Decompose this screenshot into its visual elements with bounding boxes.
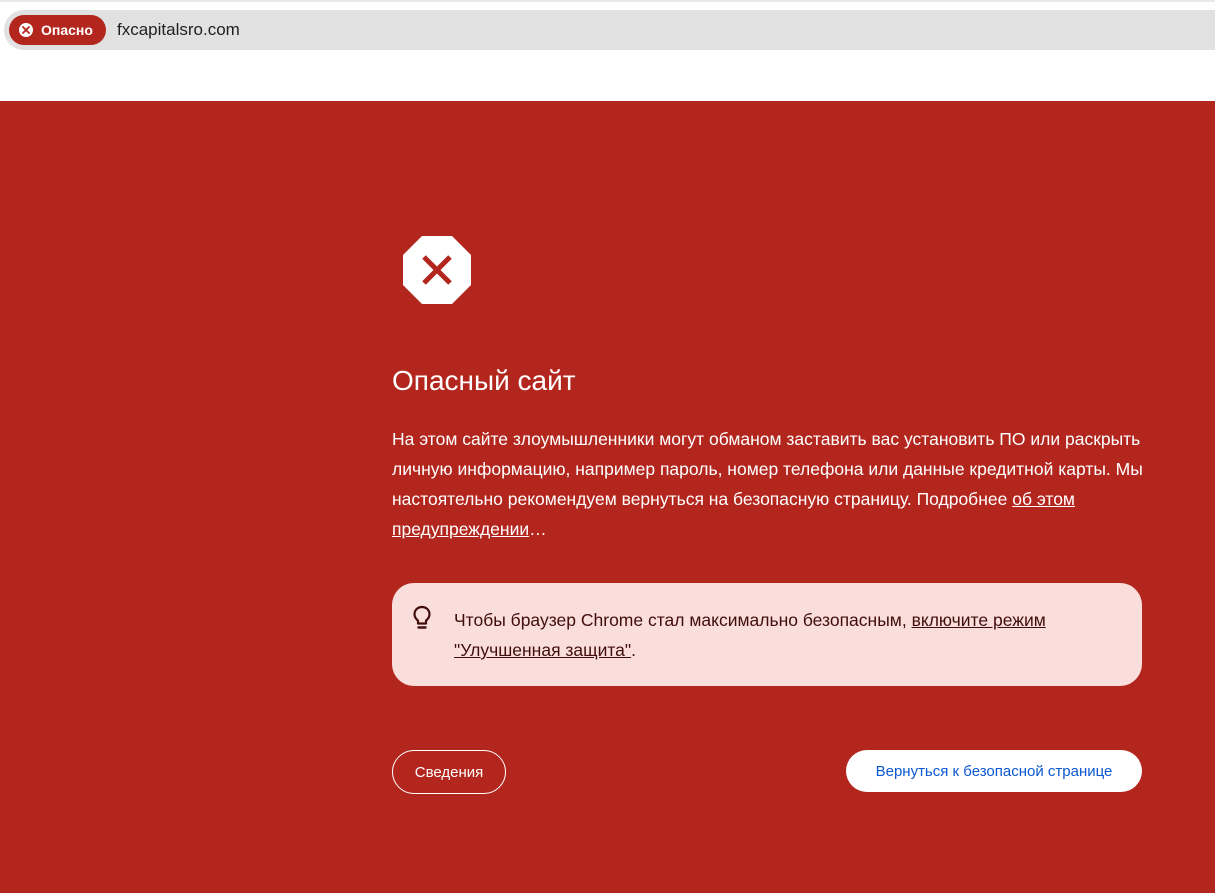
close-glyph — [22, 26, 30, 34]
tip-text-lead: Чтобы браузер Chrome стал максимально бе… — [454, 610, 907, 630]
interstitial-page: Опасный сайт На этом сайте злоумышленник… — [0, 101, 1215, 893]
learn-more-suffix: … — [529, 519, 547, 539]
security-chip-label: Опасно — [41, 22, 93, 38]
lightbulb-icon — [413, 605, 431, 629]
security-chip[interactable]: Опасно — [9, 15, 106, 45]
back-to-safety-button[interactable]: Вернуться к безопасной странице — [846, 750, 1142, 792]
details-button[interactable]: Сведения — [392, 750, 506, 794]
close-circle-icon — [19, 23, 33, 37]
tip-text-suffix: . — [631, 640, 636, 660]
url-text[interactable]: fxcapitalsro.com — [117, 10, 240, 50]
tip-text: Чтобы браузер Chrome стал максимально бе… — [454, 605, 1114, 665]
address-bar[interactable]: Опасно fxcapitalsro.com — [4, 10, 1215, 50]
page-title: Опасный сайт — [392, 365, 576, 396]
browser-top-border — [0, 0, 1215, 2]
enhanced-protection-tip: Чтобы браузер Chrome стал максимально бе… — [392, 583, 1142, 686]
danger-stop-icon — [403, 236, 471, 304]
warning-description: На этом сайте злоумышленники могут обман… — [392, 424, 1152, 544]
